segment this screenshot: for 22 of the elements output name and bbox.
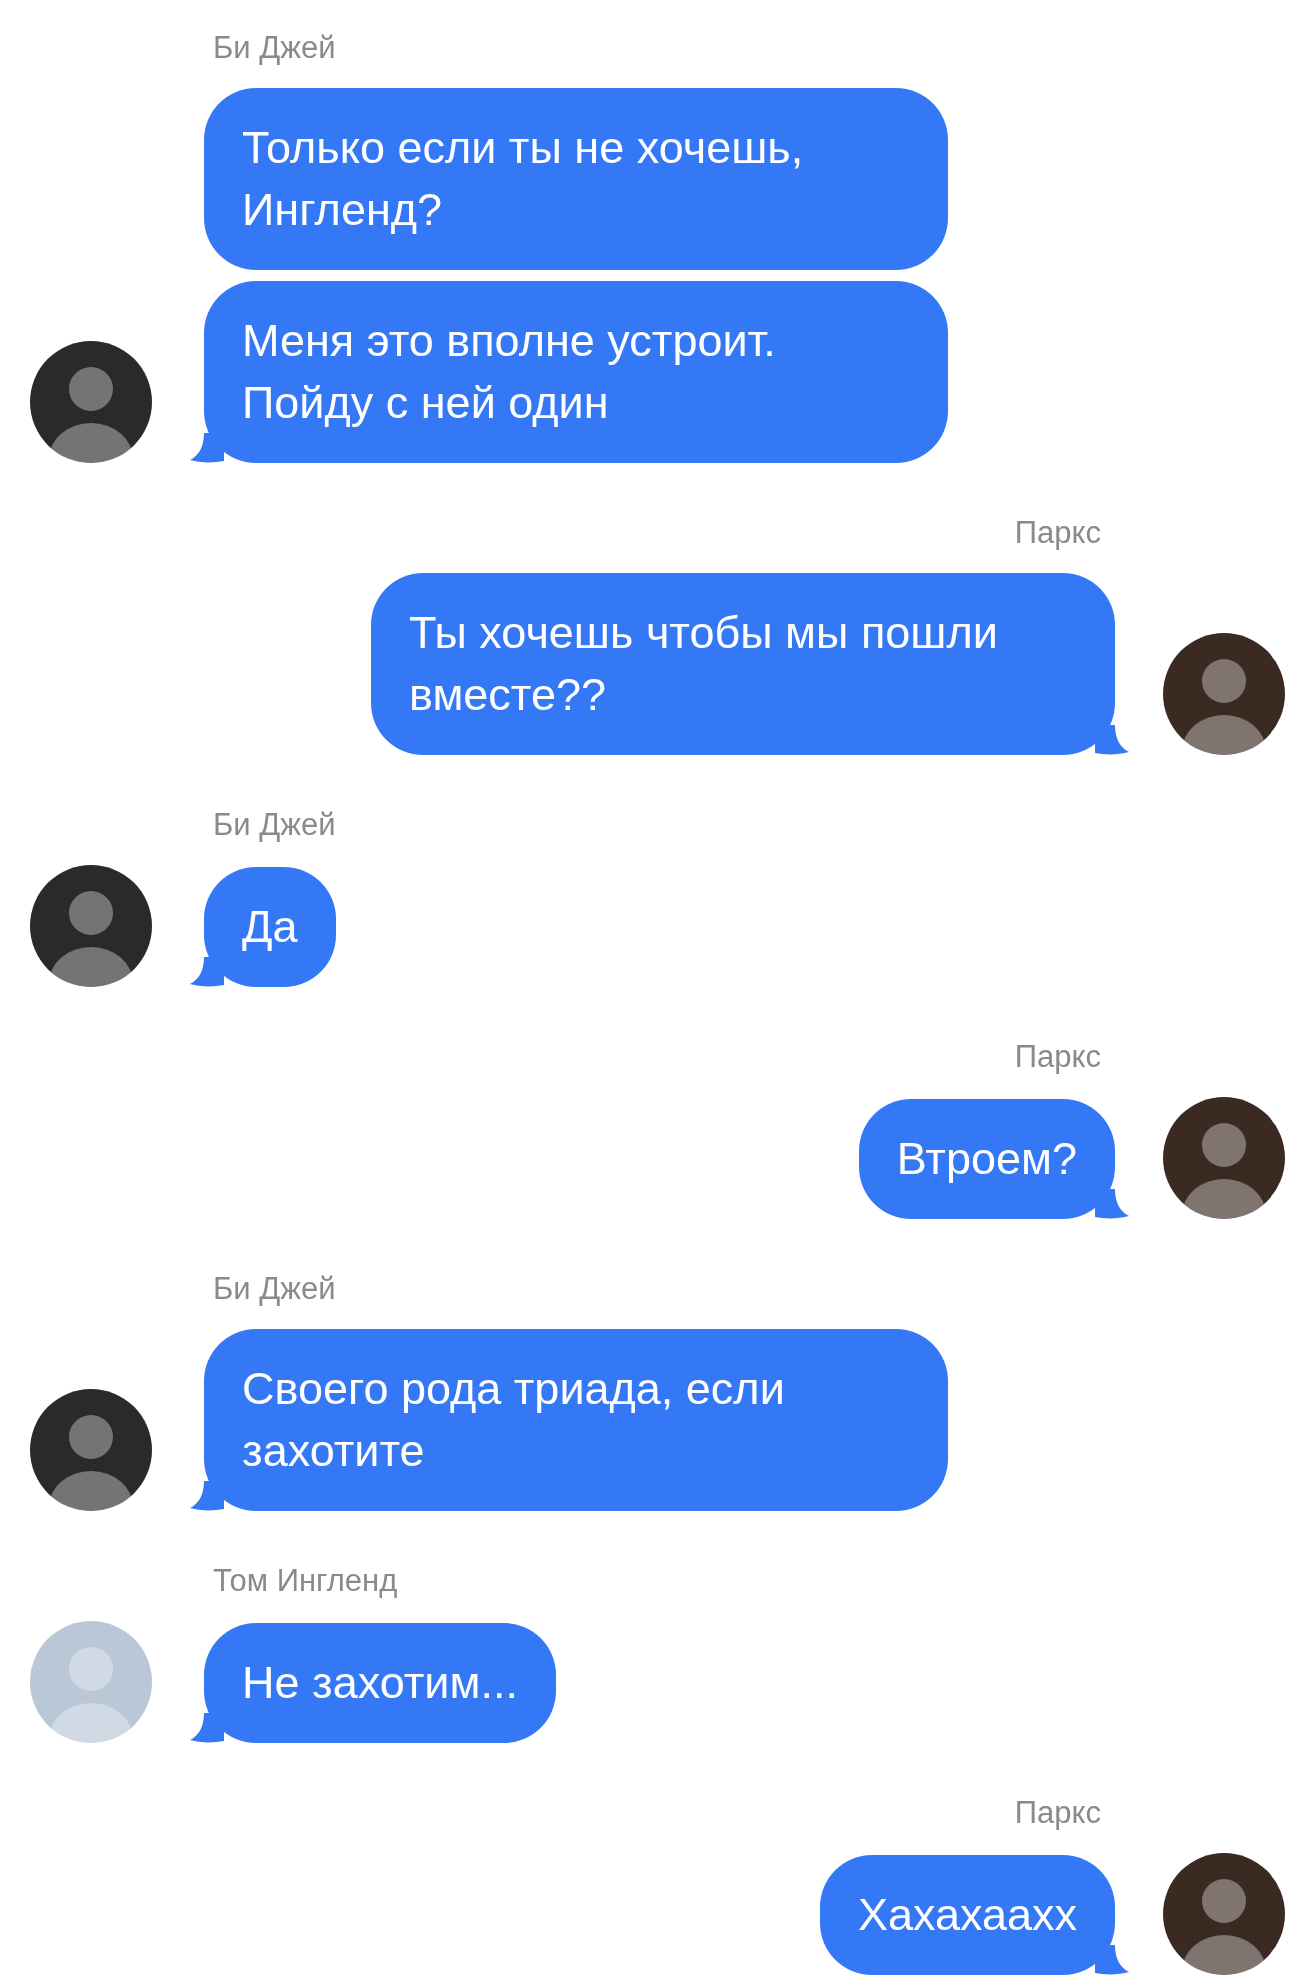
sender-name: Паркс: [1014, 1038, 1101, 1076]
message-bubble: Да: [204, 867, 336, 987]
sender-name: Би Джей: [213, 806, 336, 844]
message-bubble: Не захотим...: [204, 1623, 556, 1743]
bubble-tail: [190, 957, 224, 987]
sender-name: Паркс: [1014, 1794, 1101, 1832]
bubble-tail: [190, 1481, 224, 1511]
message-bubble: Меня это вполне устроит. Пойду с ней один: [204, 281, 948, 463]
bubble-tail: [190, 1713, 224, 1743]
sender-name: Том Ингленд: [213, 1562, 398, 1600]
sender-name: Би Джей: [213, 1270, 336, 1308]
message-bubble: Втроем?: [858, 1099, 1115, 1219]
bubble-tail: [190, 433, 224, 463]
message-bubble: Ты хочешь чтобы мы пошли вместе??: [371, 573, 1115, 755]
bubble-tail: [1095, 1945, 1129, 1975]
message-bubble: Хахахаахх: [819, 1855, 1115, 1975]
sender-name: Паркс: [1014, 514, 1101, 552]
message-bubble: Своего рода триада, если захотите: [204, 1329, 948, 1511]
bubble-tail: [1095, 725, 1129, 755]
sender-name: Би Джей: [213, 29, 336, 67]
bubble-tail: [1095, 1189, 1129, 1219]
message-bubble: Только если ты не хочешь, Ингленд?: [204, 88, 948, 270]
